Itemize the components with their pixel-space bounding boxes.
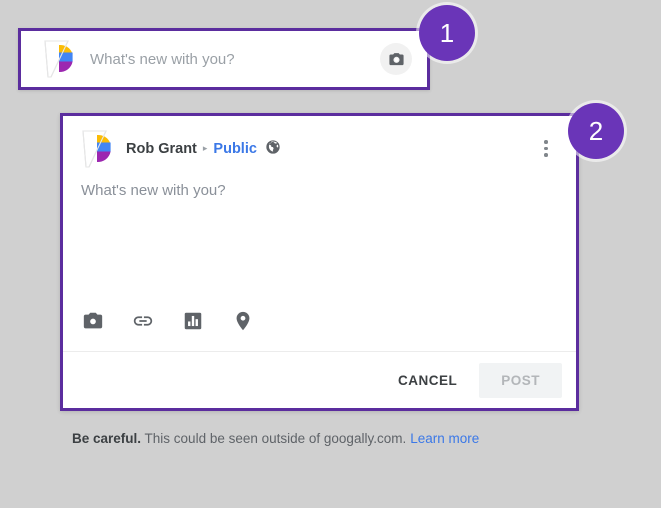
- google-plus-profile-avatar-icon: [82, 129, 111, 168]
- poll-bar-chart-icon: [184, 312, 202, 330]
- globe-icon[interactable]: [265, 139, 281, 158]
- more-vert-icon-dot: [544, 146, 548, 151]
- camera-icon: [388, 52, 404, 65]
- post-options-menu-button[interactable]: [534, 137, 558, 161]
- avatar: [42, 39, 76, 79]
- more-vert-icon-dot: [544, 153, 548, 157]
- location-pin-icon: [236, 311, 250, 331]
- annotation-badge-1: 1: [419, 5, 475, 61]
- author-name[interactable]: Rob Grant: [126, 141, 197, 157]
- cancel-button[interactable]: CANCEL: [382, 363, 473, 398]
- attach-location-button[interactable]: [231, 309, 255, 333]
- notice-message: This could be seen outside of googally.c…: [144, 431, 407, 446]
- visibility-notice: Be careful. This could be seen outside o…: [60, 411, 579, 466]
- collapsed-composer-placeholder[interactable]: What's new with you?: [90, 51, 380, 68]
- notice-bold-prefix: Be careful.: [72, 431, 142, 446]
- breadcrumb-separator-icon: ▸: [202, 143, 208, 153]
- audience-selector-label[interactable]: Public: [213, 141, 257, 157]
- post-text-placeholder: What's new with you?: [81, 182, 226, 199]
- expanded-composer-card: Rob Grant ▸ Public What's new with you?: [60, 113, 579, 411]
- link-icon: [133, 316, 153, 326]
- attach-photo-button[interactable]: [81, 309, 105, 333]
- attachment-toolbar: [63, 307, 576, 351]
- collapsed-composer-camera-button[interactable]: [380, 43, 412, 75]
- author-line: Rob Grant ▸ Public: [126, 139, 534, 158]
- more-vert-icon-dot: [544, 140, 548, 144]
- screen-root: What's new with you? 1 Be careful. This …: [0, 0, 661, 508]
- annotation-badge-1-label: 1: [439, 17, 455, 48]
- annotation-badge-2-label: 2: [588, 115, 604, 146]
- attach-poll-button[interactable]: [181, 309, 205, 333]
- post-header: Rob Grant ▸ Public: [63, 116, 576, 168]
- post-button[interactable]: POST: [479, 362, 562, 398]
- annotation-badge-2: 2: [568, 103, 624, 159]
- avatar: [80, 129, 114, 169]
- attach-link-button[interactable]: [131, 309, 155, 333]
- collapsed-composer-card[interactable]: What's new with you?: [18, 28, 430, 90]
- camera-icon: [83, 312, 103, 329]
- google-plus-profile-avatar-icon: [44, 40, 73, 78]
- learn-more-link[interactable]: Learn more: [410, 431, 479, 446]
- composer-action-bar: CANCEL POST: [63, 351, 576, 408]
- post-text-area[interactable]: What's new with you?: [63, 168, 576, 307]
